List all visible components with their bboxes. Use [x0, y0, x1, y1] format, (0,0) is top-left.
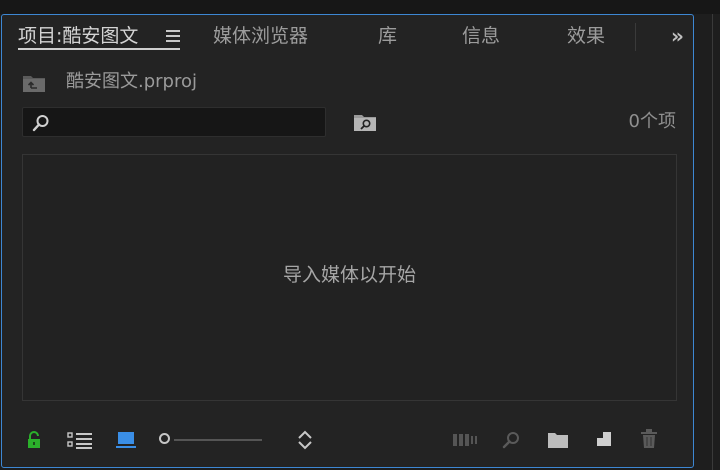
tab-info[interactable]: 信息	[462, 23, 500, 49]
sort-icon[interactable]	[297, 430, 313, 450]
trash-icon	[641, 429, 657, 448]
icon-view-icon[interactable]	[116, 431, 136, 449]
tab-project[interactable]: 项目:酷安图文	[18, 23, 138, 49]
search-icon	[32, 115, 49, 132]
tab-library[interactable]: 库	[378, 23, 397, 49]
search-input[interactable]	[57, 111, 323, 135]
active-tab-indicator	[18, 48, 180, 50]
panel-menu-icon[interactable]	[166, 30, 180, 42]
panel-divider[interactable]	[712, 14, 713, 470]
project-folder-up-icon[interactable]	[22, 73, 46, 93]
project-bin-content[interactable]: 导入媒体以开始	[22, 154, 677, 401]
item-count: 0个项	[628, 111, 676, 132]
project-file-name: 酷安图文.prproj	[66, 71, 197, 92]
lock-icon[interactable]	[26, 431, 42, 449]
automate-to-sequence-icon	[453, 434, 477, 446]
new-item-icon[interactable]	[595, 430, 613, 448]
zoom-slider-track[interactable]	[174, 439, 262, 441]
zoom-slider-thumb[interactable]	[159, 433, 170, 444]
list-view-icon[interactable]	[67, 432, 93, 449]
project-panel: 项目:酷安图文 媒体浏览器 库 信息 效果 » 酷安图文.prproj 0个项 …	[1, 14, 694, 468]
tab-media-browser[interactable]: 媒体浏览器	[213, 23, 308, 49]
new-bin-icon[interactable]	[547, 431, 569, 449]
tab-overflow-icon[interactable]: »	[671, 24, 684, 48]
window-top-strip	[0, 0, 720, 14]
search-field[interactable]	[22, 107, 326, 137]
empty-state-message: 导入媒体以开始	[282, 264, 416, 286]
adjacent-panel-edge	[695, 14, 720, 470]
tab-effects[interactable]: 效果	[567, 23, 605, 49]
find-icon	[502, 432, 519, 449]
tab-divider	[635, 23, 636, 51]
panel-tab-bar: 项目:酷安图文 媒体浏览器 库 信息 效果 »	[2, 15, 693, 57]
new-search-bin-icon[interactable]	[353, 112, 377, 132]
